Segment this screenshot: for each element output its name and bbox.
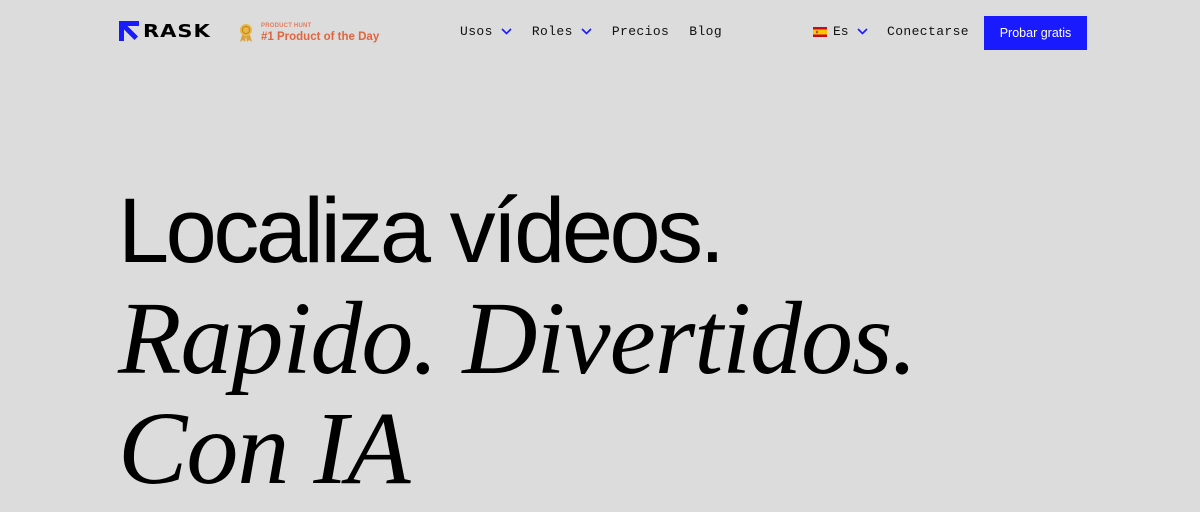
- chevron-down-icon: [857, 28, 868, 35]
- chevron-down-icon: [501, 28, 512, 35]
- product-hunt-title: #1 Product of the Day: [261, 31, 380, 43]
- nav-item-precios[interactable]: Precios: [612, 24, 669, 39]
- nav-item-roles[interactable]: Roles: [532, 24, 592, 39]
- hero-headline: Localiza vídeos.: [118, 180, 725, 282]
- nav-item-label: Blog: [689, 24, 723, 39]
- language-label: Es: [833, 24, 849, 39]
- site-header: RASK PRODUCT HUNT #1 Product of the Day …: [0, 0, 1200, 66]
- try-free-button[interactable]: Probar gratis: [984, 16, 1087, 50]
- nav-item-blog[interactable]: Blog: [689, 24, 722, 39]
- product-hunt-badge[interactable]: PRODUCT HUNT #1 Product of the Day: [238, 23, 379, 44]
- nav-item-usos[interactable]: Usos: [460, 24, 512, 39]
- hero-subheadline: Rapido. Divertidos.: [118, 281, 917, 396]
- login-link[interactable]: Conectarse: [887, 24, 969, 39]
- medal-icon: [240, 24, 252, 43]
- chevron-down-icon: [581, 28, 592, 35]
- logo-arrow-icon: [119, 21, 139, 41]
- logo[interactable]: RASK: [119, 21, 211, 41]
- spain-flag-icon: [813, 26, 827, 37]
- hero-subheadline-ai: Con IA: [118, 391, 411, 506]
- product-hunt-label: PRODUCT HUNT: [261, 23, 312, 29]
- nav-item-label: Roles: [531, 24, 573, 39]
- nav-item-label: Precios: [611, 24, 670, 39]
- logo-wordmark: RASK: [143, 20, 211, 42]
- language-selector[interactable]: Es: [813, 24, 868, 39]
- hero: Localiza vídeos. Rapido. Divertidos. Con…: [118, 178, 917, 506]
- nav-item-label: Usos: [460, 24, 493, 39]
- main-nav: Usos Roles Precios Blog: [460, 24, 742, 39]
